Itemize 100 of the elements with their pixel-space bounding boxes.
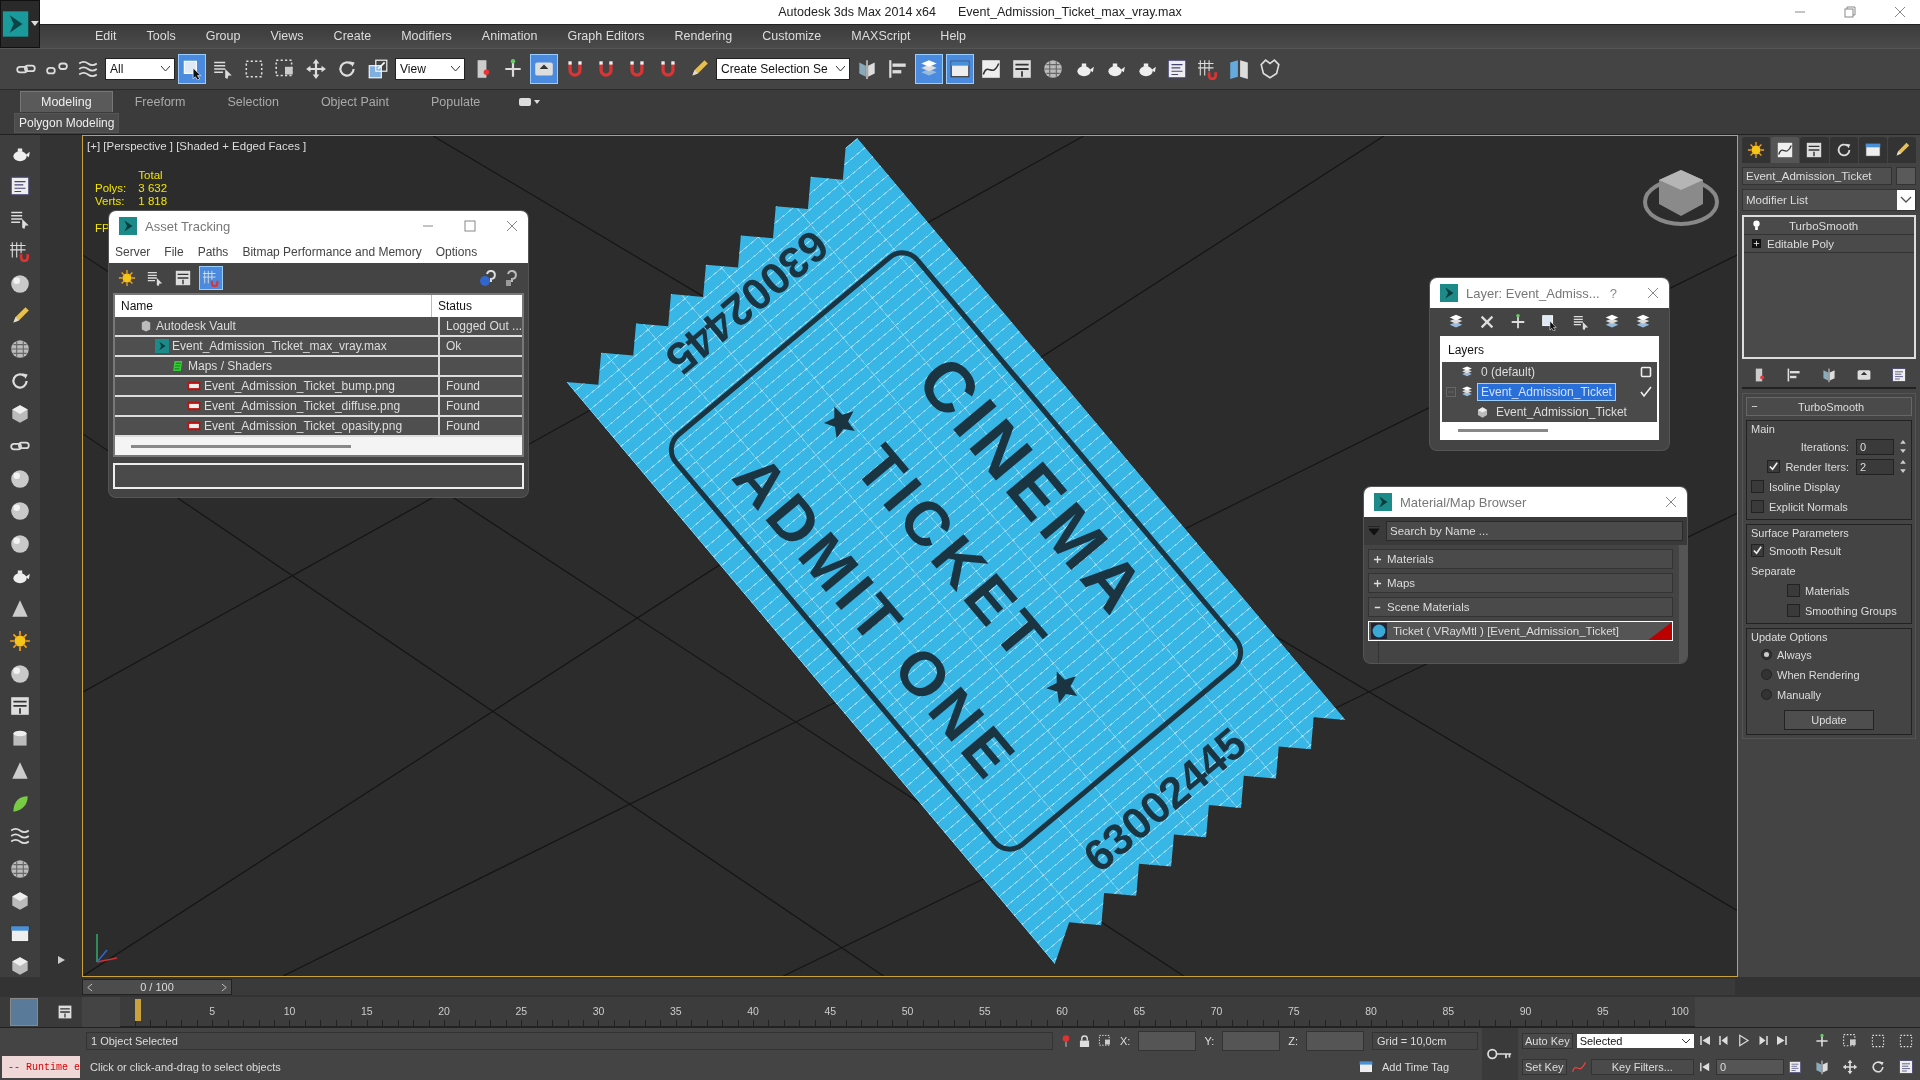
cube-icon[interactable] — [9, 890, 31, 913]
layers-icon[interactable] — [914, 54, 943, 84]
zoom-all-icon[interactable] — [1842, 1033, 1858, 1049]
scrollbar[interactable] — [1458, 428, 1548, 432]
key-filters-button[interactable]: Key Filters... — [1590, 1059, 1694, 1075]
group-header[interactable]: Scene Materials — [1368, 597, 1673, 617]
coordinate-field[interactable] — [1306, 1031, 1364, 1051]
group-header[interactable]: Maps — [1368, 573, 1673, 593]
coordinate-field[interactable] — [1138, 1031, 1197, 1051]
sphere-icon[interactable] — [9, 532, 31, 555]
box-icon[interactable] — [9, 402, 31, 425]
radio-button[interactable] — [1761, 649, 1772, 660]
collapse-icon[interactable] — [1751, 403, 1758, 410]
search-field[interactable]: Search by Name ... — [1386, 521, 1683, 541]
ribbon-tab[interactable]: Object Paint — [300, 92, 409, 112]
sphere-icon[interactable] — [9, 500, 31, 523]
menu-item[interactable]: Server — [115, 245, 151, 259]
toolbar-dropdown[interactable]: All — [105, 58, 175, 80]
close-icon[interactable] — [1647, 287, 1659, 299]
key-icon[interactable] — [1487, 1048, 1513, 1060]
checkbox[interactable] — [1751, 480, 1764, 493]
expand-arrow-icon[interactable] — [56, 955, 66, 965]
asset-name[interactable]: Event_Admission_Ticket_max_vray.max — [172, 339, 387, 353]
zoom-extents-icon[interactable] — [1870, 1033, 1886, 1049]
pan-icon[interactable] — [1842, 1059, 1858, 1075]
set-key-button[interactable]: Set Key — [1522, 1059, 1567, 1075]
time-tag-icon[interactable] — [1358, 1059, 1374, 1075]
bar-icon[interactable] — [1786, 367, 1803, 383]
track-bar[interactable]: 5 10 15 20 25 30 35 40 45 50 55 60 65 70 75 80 85 90 95 100 — [120, 997, 1695, 1027]
coordinate-field[interactable] — [1222, 1031, 1281, 1051]
frame-field[interactable]: 0 — [1716, 1058, 1784, 1075]
spinner-field[interactable]: 0 — [1856, 438, 1894, 455]
orbit-icon[interactable] — [1870, 1059, 1886, 1075]
update-button[interactable]: Update — [1784, 710, 1874, 730]
asset-name[interactable]: Event_Admission_Ticket_opasity.png — [204, 419, 403, 433]
curve-editor-button[interactable] — [9, 998, 38, 1026]
add-time-tag-button[interactable]: Add Time Tag — [1382, 1061, 1478, 1073]
menu-item[interactable]: File — [164, 245, 184, 259]
menu-item[interactable]: Rendering — [659, 29, 748, 44]
ribbon-tab[interactable]: Modeling — [20, 91, 113, 112]
help-icon[interactable] — [478, 268, 498, 288]
checkbox[interactable] — [1751, 544, 1764, 557]
checkbox[interactable] — [1787, 604, 1800, 617]
viewport[interactable] — [82, 135, 1738, 977]
play-icon[interactable] — [1736, 1033, 1751, 1049]
scrollbar[interactable] — [131, 444, 351, 448]
object-name[interactable]: Event_Admission_Ticket — [1493, 404, 1630, 420]
timeline-bar[interactable]: 0 / 100 — [82, 979, 1735, 995]
menu-item[interactable]: Group — [190, 29, 256, 44]
burst-icon[interactable] — [1742, 137, 1771, 163]
window-icon[interactable] — [945, 54, 974, 84]
object-name-field[interactable]: Event_Admission_Ticket — [1742, 167, 1892, 185]
menu-item[interactable]: Options — [435, 245, 478, 259]
toolbar-dropdown[interactable]: View — [395, 58, 465, 80]
sun-icon[interactable] — [9, 630, 31, 653]
column-header[interactable]: Name — [115, 299, 431, 313]
time-config-icon[interactable] — [1788, 1059, 1802, 1074]
close-icon[interactable] — [1894, 6, 1906, 18]
config-icon[interactable] — [1890, 367, 1907, 383]
layer-cursor-icon[interactable] — [1571, 313, 1590, 331]
expand-plus-icon[interactable] — [1752, 239, 1761, 248]
path-input-field[interactable] — [113, 463, 524, 489]
asset-name[interactable]: Autodesk Vault — [156, 319, 236, 333]
ribbon-panel-tab[interactable]: Polygon Modeling — [14, 113, 120, 133]
material-item[interactable]: Ticket ( VRayMtl ) [Event_Admission_Ticket] — [1368, 621, 1673, 641]
close-icon[interactable] — [1665, 496, 1677, 508]
current-frame-marker[interactable] — [135, 999, 141, 1021]
zoom-extents-all-icon[interactable] — [1898, 1033, 1914, 1049]
grid-icon[interactable] — [9, 240, 31, 263]
modifier-list-dropdown[interactable]: Modifier List — [1742, 189, 1916, 211]
curve-icon[interactable] — [1771, 137, 1800, 163]
radio-button[interactable] — [1761, 669, 1772, 680]
cube-icon[interactable] — [9, 955, 31, 978]
app-logo-icon[interactable] — [0, 0, 40, 48]
spinner-arrows-icon[interactable] — [1899, 438, 1907, 455]
spinner-arrows-icon[interactable] — [1899, 458, 1907, 475]
checkbox[interactable] — [1751, 500, 1764, 513]
ribbon-tab[interactable]: Populate — [410, 92, 501, 112]
auto-key-button[interactable]: Auto Key — [1522, 1033, 1573, 1049]
ribbon-tab[interactable]: Selection — [207, 92, 299, 112]
asset-name[interactable]: Event_Admission_Ticket_bump.png — [204, 379, 395, 393]
menu-item[interactable]: Modifiers — [386, 29, 467, 44]
layer-name[interactable]: 0 (default) — [1478, 364, 1539, 380]
asset-name[interactable]: Event_Admission_Ticket_diffuse.png — [204, 399, 401, 413]
sphere-icon[interactable] — [9, 662, 31, 685]
torus-icon[interactable] — [9, 337, 31, 360]
menu-item[interactable]: Animation — [466, 29, 553, 44]
menu-item[interactable]: Customize — [747, 29, 837, 44]
cube-cursor-icon[interactable] — [1540, 313, 1559, 331]
menu-item[interactable]: Bitmap Performance and Memory — [242, 245, 422, 259]
transform-mode-icon[interactable] — [1098, 1034, 1112, 1048]
menu-item[interactable]: Edit — [80, 29, 132, 44]
asset-name[interactable]: Maps / Shaders — [188, 359, 273, 373]
color-swatch[interactable] — [1896, 167, 1916, 185]
cursor-cube-icon[interactable] — [178, 54, 206, 84]
checkbox[interactable] — [1767, 460, 1781, 473]
frame-counter[interactable]: 0 / 100 — [82, 979, 232, 995]
toolbar-dropdown[interactable]: Create Selection Se — [716, 58, 850, 80]
menu-item[interactable]: Paths — [197, 245, 229, 259]
menu-item[interactable]: Graph Editors — [552, 29, 660, 44]
